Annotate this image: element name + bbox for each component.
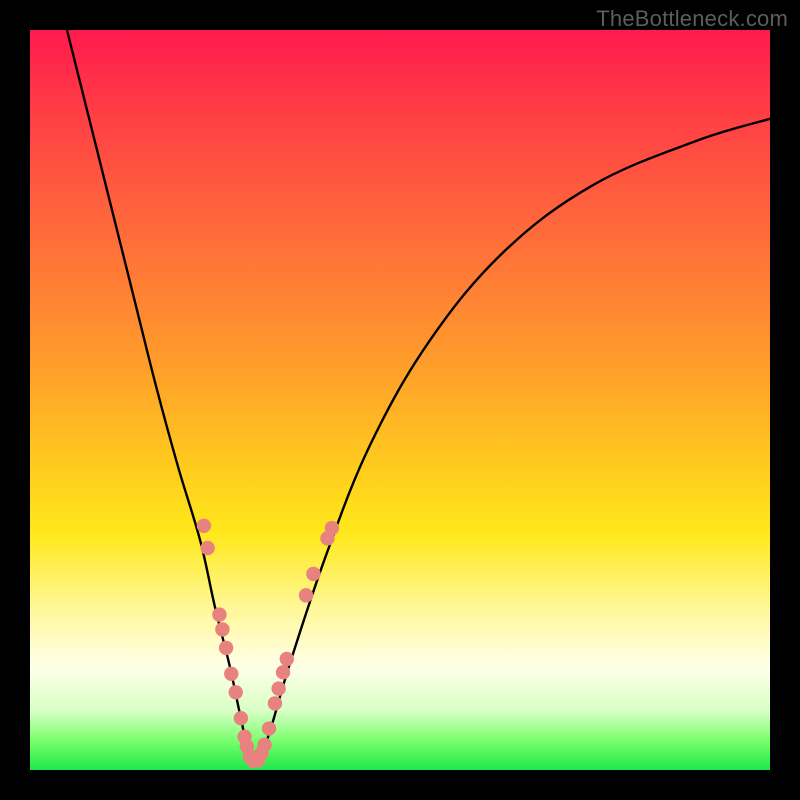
curve-layer (30, 30, 770, 770)
highlight-dot (325, 521, 339, 535)
highlight-dot (268, 696, 282, 710)
watermark-text: TheBottleneck.com (596, 6, 788, 32)
highlight-dot (257, 738, 271, 752)
highlight-dot (271, 681, 285, 695)
highlight-dot (299, 588, 313, 602)
chart-frame: TheBottleneck.com (0, 0, 800, 800)
highlight-dot (215, 622, 229, 636)
highlight-dot (200, 541, 214, 555)
highlight-dot (280, 652, 294, 666)
highlight-dot (224, 667, 238, 681)
highlight-dot (229, 685, 243, 699)
plot-area (30, 30, 770, 770)
highlight-dot (276, 665, 290, 679)
highlight-dot (219, 641, 233, 655)
highlight-dot (306, 567, 320, 581)
highlight-dot (234, 711, 248, 725)
highlight-dot (262, 721, 276, 735)
highlight-dot (212, 607, 226, 621)
highlight-dot (197, 519, 211, 533)
bottleneck-curve (67, 30, 770, 764)
highlight-dots (197, 519, 339, 769)
